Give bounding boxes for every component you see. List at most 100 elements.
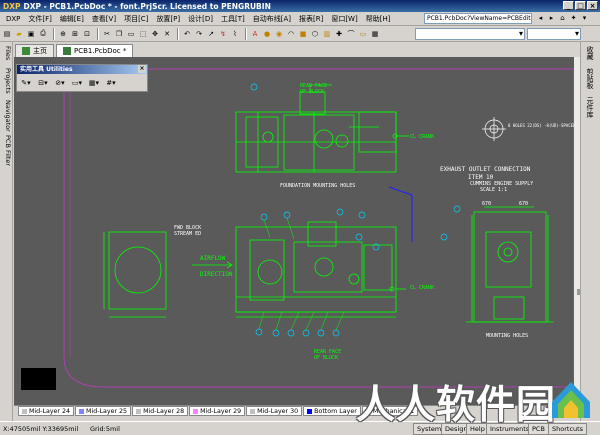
status-bar: X:47505mil Y:33695mil Grid:5mil System D… xyxy=(0,421,600,435)
zoom-area-icon[interactable]: ⊞ xyxy=(70,28,80,39)
utilities-title-bar[interactable]: 实用工具 Utilities × xyxy=(17,65,147,74)
menu-dxp[interactable]: DXP xyxy=(2,15,24,23)
scrollbar-thumb[interactable] xyxy=(577,289,580,295)
menu-bar: DXP 文件[F] 编辑[E] 查看[V] 项目[C] 放置[P] 设计[D] … xyxy=(0,12,600,26)
tab-filter[interactable]: Filter xyxy=(1,150,12,166)
undo-icon[interactable]: ↶ xyxy=(182,28,192,39)
layer-tab-mid29[interactable]: Mid-Layer 29 xyxy=(189,406,246,416)
panel-pcb-button[interactable]: PCB xyxy=(528,423,549,435)
new-doc-icon[interactable]: ▤ xyxy=(2,28,12,39)
utility-align-icon[interactable]: ⊟▾ xyxy=(36,77,50,88)
place-pad-icon[interactable]: ● xyxy=(262,28,272,39)
menu-view[interactable]: 查看[V] xyxy=(88,14,120,24)
document-path-input[interactable]: PCB1.PcbDoc?ViewName=PCBEditor? xyxy=(424,13,532,24)
utility-place-icon[interactable]: ▭▾ xyxy=(70,77,84,88)
print-icon[interactable]: ⎙ xyxy=(38,28,48,39)
place-string-icon[interactable]: A xyxy=(250,28,260,39)
dropdown-icon[interactable]: ▾ xyxy=(580,13,589,23)
utility-find-icon[interactable]: ⊘▾ xyxy=(53,77,67,88)
label-cl-crank-top: CL CRANK xyxy=(410,134,435,140)
engine-end-view xyxy=(466,206,554,323)
panel-instruments-button[interactable]: Instruments xyxy=(486,423,534,435)
paste-icon[interactable]: ▭ xyxy=(126,28,136,39)
place-polygon-icon[interactable]: ⬡ xyxy=(310,28,320,39)
utility-grid-icon[interactable]: #▾ xyxy=(104,77,118,88)
window-title: DXP - PCB1.PcbDoc * - font.PrjScr. Licen… xyxy=(23,1,271,11)
place-room-icon[interactable]: ▭ xyxy=(358,28,368,39)
redo-icon[interactable]: ↷ xyxy=(194,28,204,39)
copy-icon[interactable]: ❐ xyxy=(114,28,124,39)
label-exhaust-item: ITEM 10 xyxy=(468,174,494,181)
tab-projects[interactable]: Projects xyxy=(1,68,12,94)
canvas-vertical-scrollbar[interactable] xyxy=(574,57,580,405)
place-via-icon[interactable]: ◉ xyxy=(274,28,284,39)
save-icon[interactable]: ▣ xyxy=(26,28,36,39)
menu-tools[interactable]: 工具[T] xyxy=(217,14,249,24)
menu-place[interactable]: 放置[P] xyxy=(152,14,184,24)
zoom-combo[interactable] xyxy=(527,28,581,40)
layer-tab-label: Mid-Layer 24 xyxy=(29,407,71,415)
place-component-icon[interactable]: ▥ xyxy=(322,28,332,39)
layer-tab-mid30[interactable]: Mid-Layer 30 xyxy=(246,406,303,416)
layer-tab-mechanical1[interactable]: Mechanical 1 xyxy=(361,406,419,416)
menu-help[interactable]: 帮助[H] xyxy=(362,14,395,24)
zoom-fit-icon[interactable]: ⊡ xyxy=(82,28,92,39)
maximize-button[interactable]: □ xyxy=(575,1,586,10)
tab-pcb[interactable]: PCB xyxy=(1,135,12,148)
layer-tabs: Mid-Layer 24 Mid-Layer 25 Mid-Layer 28 M… xyxy=(14,405,580,416)
tab-navigator[interactable]: Navigator xyxy=(1,100,12,132)
menu-design[interactable]: 设计[D] xyxy=(184,14,217,24)
deselect-icon[interactable]: ✕ xyxy=(162,28,172,39)
pcb-canvas[interactable]: REAR FACE OF BLOCK CL CRANK FOUNDATION M… xyxy=(14,57,580,405)
tab-favorites[interactable]: 收藏 xyxy=(585,46,595,60)
document-tabs: 主页 PCB1.PcbDoc * xyxy=(13,43,580,57)
place-dimension-icon[interactable]: ⌒ xyxy=(346,28,356,39)
airflow-arrow xyxy=(192,261,233,269)
panel-shortcuts-button[interactable]: Shortcuts xyxy=(548,423,588,435)
place-arc-icon[interactable]: ◠ xyxy=(286,28,296,39)
move-icon[interactable]: ✥ xyxy=(150,28,160,39)
menu-window[interactable]: 窗口[W] xyxy=(327,14,361,24)
utilities-close-icon[interactable]: × xyxy=(138,65,146,73)
forward-icon[interactable]: ▸ xyxy=(547,13,556,23)
cut-icon[interactable]: ✂ xyxy=(102,28,112,39)
layer-tab-mid24[interactable]: Mid-Layer 24 xyxy=(18,406,75,416)
interactive-route-icon[interactable]: ↯ xyxy=(218,28,228,39)
favorite-icon[interactable]: ✦ xyxy=(569,13,578,23)
tab-home[interactable]: 主页 xyxy=(15,44,54,57)
layer-tab-mid25[interactable]: Mid-Layer 25 xyxy=(75,406,132,416)
place-fill-icon[interactable]: ■ xyxy=(298,28,308,39)
utility-drawing-icon[interactable]: ✎▾ xyxy=(19,77,33,88)
label-exhaust-sub2: SCALE 1:1 xyxy=(480,187,508,193)
reference-bubbles xyxy=(250,83,461,337)
tab-clipboard[interactable]: 剪贴板 xyxy=(585,68,595,89)
label-dim-670a: 670 xyxy=(482,201,492,207)
menu-reports[interactable]: 报表[R] xyxy=(295,14,327,24)
tab-libraries[interactable]: 元件库 xyxy=(585,97,595,118)
close-button[interactable]: × xyxy=(587,1,598,10)
filter-combo[interactable] xyxy=(415,28,525,40)
layer-tab-mid28[interactable]: Mid-Layer 28 xyxy=(132,406,189,416)
zoom-in-icon[interactable]: ⊕ xyxy=(58,28,68,39)
menu-file[interactable]: 文件[F] xyxy=(24,14,56,24)
menu-autoroute[interactable]: 自动布线[A] xyxy=(249,14,295,24)
utilities-title: 实用工具 Utilities xyxy=(20,66,73,73)
radiator-view xyxy=(103,231,167,318)
tab-files[interactable]: Files xyxy=(1,46,12,60)
menu-project[interactable]: 项目[C] xyxy=(120,14,152,24)
tab-pcb-document[interactable]: PCB1.PcbDoc * xyxy=(56,44,134,57)
back-icon[interactable]: ◂ xyxy=(536,13,545,23)
utility-room-icon[interactable]: ▦▾ xyxy=(87,77,101,88)
home-nav-icon[interactable]: ⌂ xyxy=(558,13,567,23)
place-coordinate-icon[interactable]: ✚ xyxy=(334,28,344,39)
minimize-button[interactable]: _ xyxy=(563,1,574,10)
menu-edit[interactable]: 编辑[E] xyxy=(56,14,88,24)
net-icon[interactable]: ⌇ xyxy=(230,28,240,39)
layer-tab-bottom[interactable]: Bottom Layer xyxy=(303,406,361,416)
nav-buttons: ◂ ▸ ⌂ ✦ ▾ xyxy=(536,13,589,23)
cross-probe-icon[interactable]: ↗ xyxy=(206,28,216,39)
library-icon[interactable]: ▦ xyxy=(370,28,380,39)
open-folder-icon[interactable]: ▰ xyxy=(14,28,24,39)
select-icon[interactable]: ⬚ xyxy=(138,28,148,39)
label-bolt-note: 8 HOLES 22(DS) -8(UD)-SPACED xyxy=(508,123,576,128)
